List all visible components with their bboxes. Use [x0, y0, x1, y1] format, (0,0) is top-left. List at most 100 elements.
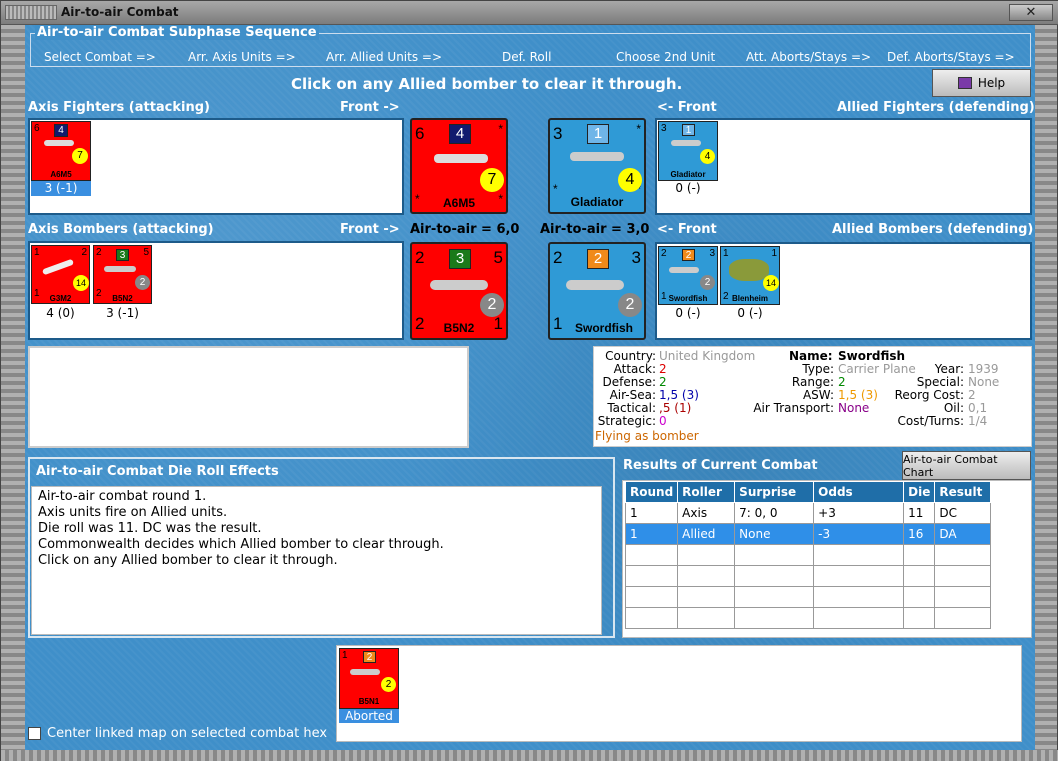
counter-circle: 2: [381, 677, 396, 692]
range-label: Range:: [791, 375, 834, 389]
combat-chart-button[interactable]: Air-to-air Combat Chart: [902, 451, 1031, 480]
country-value: United Kingdom: [659, 349, 756, 363]
cell: 16: [903, 523, 936, 545]
cell: 1: [624, 502, 679, 524]
help-label: Help: [977, 76, 1006, 90]
counter-value: 2: [661, 248, 667, 259]
cell: None: [734, 523, 815, 545]
counter-value: 3: [709, 248, 715, 259]
counter-circle: 14: [73, 275, 89, 291]
counter-name: B5N2: [112, 294, 133, 303]
table-row: [624, 607, 991, 629]
aborted-label: Aborted: [339, 709, 399, 723]
unit-counter-b5n1[interactable]: 1 2 2 B5N1: [339, 648, 399, 709]
active-axis-fighter[interactable]: 6 * * * 4 7 A6M5: [410, 118, 508, 214]
plane-icon: [729, 259, 769, 281]
plane-icon: [671, 140, 701, 146]
active-allied-fighter[interactable]: 3 * * * 1 4 Gladiator: [548, 118, 646, 214]
counter-square: 2: [363, 651, 376, 663]
grip-icon: [5, 5, 57, 20]
counter-value: 1: [771, 248, 777, 259]
cell: +3: [813, 502, 905, 524]
frame-left: [1, 25, 25, 761]
plane-icon: [430, 280, 488, 290]
center-map-label: Center linked map on selected combat hex: [47, 726, 328, 741]
counter-name: G3M2: [49, 294, 72, 303]
type-label: Type:: [802, 362, 834, 376]
star-mark: *: [636, 122, 641, 136]
unit-counter-blenheim[interactable]: 1 1 2 14 Blenheim: [720, 246, 780, 305]
cell: -3: [813, 523, 905, 545]
aborted-panel[interactable]: [336, 645, 1022, 742]
counter-circle: 2: [480, 293, 504, 317]
frame-bottom: [1, 750, 1058, 761]
plane-icon: [104, 266, 136, 272]
counter-value: 6: [415, 124, 425, 143]
flying-as: Flying as bomber: [595, 429, 699, 443]
counter-value: 2: [415, 248, 425, 267]
die-effects-log[interactable]: Air-to-air combat round 1. Axis units fi…: [31, 486, 602, 635]
cell: DA: [934, 523, 991, 545]
cost-turns-label: Cost/Turns:: [897, 414, 964, 428]
tactical-value: ,5 (1): [659, 401, 692, 415]
counter-name: A6M5: [50, 170, 72, 179]
active-axis-bomber[interactable]: 2 5 2 1 3 2 B5N2: [410, 242, 508, 340]
help-button[interactable]: Help: [932, 69, 1031, 97]
name-label: Name:: [789, 349, 833, 363]
log-line: Click on any Allied bomber to clear it t…: [38, 553, 338, 568]
counter-square: 1: [587, 124, 609, 144]
counter-name: Swordfish: [574, 321, 633, 335]
allied-fighters-front: <- Front: [657, 100, 717, 115]
counter-square: 2: [587, 249, 609, 269]
table-row[interactable]: 1 Allied None -3 16 DA: [624, 523, 991, 545]
cell: 7: 0, 0: [734, 502, 815, 524]
empty-panel: [28, 346, 469, 448]
cell: DC: [934, 502, 991, 524]
log-line: Axis units fire on Allied units.: [38, 505, 228, 520]
col-odds: Odds: [813, 481, 905, 503]
counter-circle: 2: [135, 275, 150, 290]
unit-counter-gladiator[interactable]: 3 1 4 Gladiator: [658, 121, 718, 181]
center-map-checkbox[interactable]: [28, 727, 41, 740]
unit-counter-g3m2[interactable]: 1 2 1 14 G3M2: [31, 245, 90, 304]
counter-value: 5: [493, 248, 503, 267]
window-title: Air-to-air Combat: [61, 5, 179, 19]
results-title: Results of Current Combat: [623, 458, 818, 473]
year-label: Year:: [934, 362, 964, 376]
counter-name: Swordfish: [668, 294, 708, 303]
plane-icon: [41, 258, 75, 276]
plane-icon: [44, 140, 74, 146]
axis-fighters-title: Axis Fighters (attacking): [28, 100, 210, 115]
unit-strength-blenheim: 0 (-): [737, 306, 763, 320]
cell: 1: [624, 523, 679, 545]
unit-strength-a6m5: 3 (-1): [31, 181, 91, 196]
attack-label: Attack:: [613, 362, 656, 376]
table-row[interactable]: 1 Axis 7: 0, 0 +3 11 DC: [624, 502, 991, 524]
title-bar[interactable]: Air-to-air Combat ✕: [1, 1, 1058, 25]
seq-step-def-aborts: Def. Aborts/Stays =>: [887, 50, 1015, 64]
counter-value: 6: [34, 123, 40, 134]
unit-info-panel: Country: United Kingdom Attack: 2 Defens…: [593, 346, 1032, 447]
axis-bombers-title: Axis Bombers (attacking): [28, 222, 214, 237]
active-allied-bomber[interactable]: 2 3 1 2 2 Swordfish: [548, 242, 646, 340]
frame-right: [1033, 25, 1057, 761]
log-line: Die roll was 11. DC was the result.: [38, 521, 262, 536]
special-value: None: [968, 375, 1000, 389]
unit-counter-swordfish[interactable]: 2 3 1 2 2 Swordfish: [658, 246, 718, 305]
axis-air-to-air: Air-to-air = 6,0: [410, 222, 520, 237]
name-value: Swordfish: [838, 349, 906, 363]
cell: 11: [903, 502, 936, 524]
results-table: Round Roller Surprise Odds Die Result 1 …: [624, 481, 991, 629]
close-button[interactable]: ✕: [1009, 4, 1053, 21]
col-roller: Roller: [677, 481, 736, 503]
star-mark: *: [498, 122, 503, 136]
counter-value: 1: [723, 248, 729, 259]
counter-circle: 2: [700, 275, 715, 290]
allied-fighters-title: Allied Fighters (defending): [837, 100, 1035, 115]
unit-counter-b5n2[interactable]: 2 5 2 3 2 B5N2: [93, 245, 152, 304]
airsea-value: 1,5 (3): [659, 388, 699, 402]
seq-step-arr-allied: Arr. Allied Units =>: [326, 50, 443, 64]
unit-counter-a6m5[interactable]: 6 4 7 A6M5: [31, 121, 91, 181]
plane-icon: [434, 154, 488, 163]
seq-step-choose-2nd: Choose 2nd Unit: [616, 50, 716, 64]
